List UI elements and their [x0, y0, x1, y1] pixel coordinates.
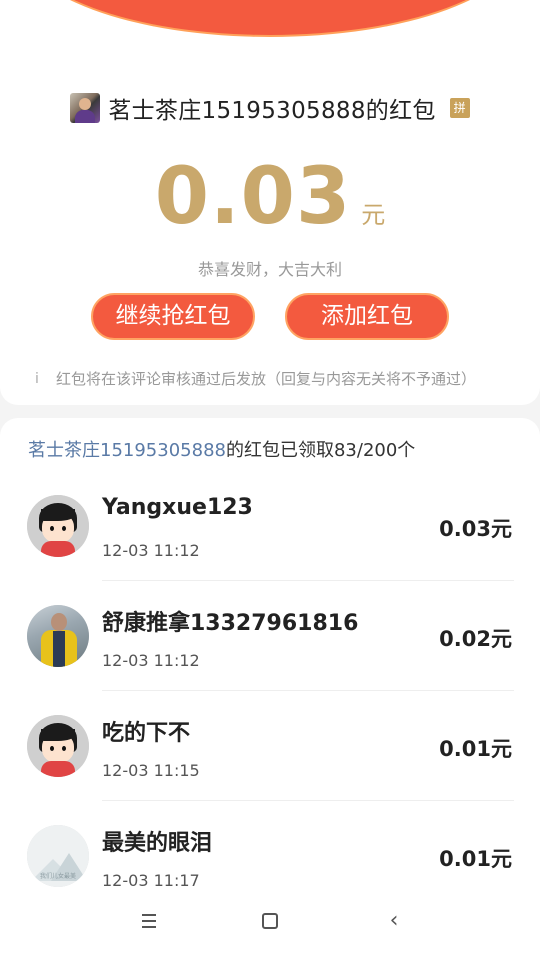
menu-icon[interactable]	[135, 908, 163, 934]
avatar[interactable]: 我们儿女最美	[27, 825, 89, 887]
notice-text: 红包将在该评论审核通过后发放（回复与内容无关将不予通过）	[56, 370, 477, 388]
summary-sender-link[interactable]: 茗士茶庄15195305888	[28, 440, 226, 461]
list-item[interactable]: 吃的下不 12-03 11:15 0.01元	[0, 691, 540, 801]
amount-unit: 元	[361, 201, 386, 229]
recipient-name: 最美的眼泪	[102, 831, 213, 856]
recipient-time: 12-03 11:15	[102, 761, 200, 780]
continue-grab-button[interactable]: 继续抢红包	[91, 293, 255, 340]
info-icon: i	[35, 370, 39, 387]
pin-badge-icon: 拼	[449, 98, 470, 118]
amount-row: 0.03 元	[0, 152, 540, 242]
back-icon[interactable]: ‹	[380, 908, 408, 934]
recipient-name: 舒康推拿13327961816	[102, 611, 359, 636]
sender-avatar[interactable]	[70, 93, 101, 123]
recipient-list-card: 茗士茶庄15195305888的红包已领取83/200个 Yangxue123 …	[0, 418, 540, 898]
recipient-time: 12-03 11:12	[102, 651, 200, 670]
avatar[interactable]	[27, 495, 89, 557]
received-amount: 0.03	[154, 152, 352, 242]
list-item[interactable]: Yangxue123 12-03 11:12 0.03元	[0, 471, 540, 581]
list-item[interactable]: 舒康推拿13327961816 12-03 11:12 0.02元	[0, 581, 540, 691]
recipient-amount: 0.02元	[439, 627, 512, 651]
avatar-caption: 我们儿女最美	[39, 873, 76, 880]
recipient-amount: 0.01元	[439, 847, 512, 871]
home-icon[interactable]	[256, 908, 284, 934]
recipient-time: 12-03 11:12	[102, 541, 200, 560]
list-item[interactable]: 我们儿女最美 最美的眼泪 12-03 11:17 0.01元	[0, 801, 540, 898]
sender-title: 茗士茶庄15195305888的红包	[108, 98, 436, 124]
sender-row: 茗士茶庄15195305888的红包 拼	[0, 92, 540, 124]
system-nav-bar: ‹	[0, 888, 540, 954]
recipient-name: Yangxue123	[102, 495, 253, 520]
blessing-text: 恭喜发财，大吉大利	[197, 260, 342, 279]
claim-summary: 茗士茶庄15195305888的红包已领取83/200个	[28, 436, 415, 462]
recipient-amount: 0.01元	[439, 737, 512, 761]
avatar[interactable]	[27, 605, 89, 667]
add-red-packet-button[interactable]: 添加红包	[285, 293, 449, 340]
recipient-amount: 0.03元	[439, 517, 512, 541]
red-envelope-arc	[20, 0, 520, 35]
review-notice: i 红包将在该评论审核通过后发放（回复与内容无关将不予通过）	[30, 368, 520, 389]
summary-status: 的红包已领取83/200个	[225, 440, 416, 461]
recipient-name: 吃的下不	[102, 721, 191, 746]
red-packet-card: 茗士茶庄15195305888的红包 拼 0.03 元 恭喜发财，大吉大利 继续…	[0, 0, 540, 405]
avatar[interactable]	[27, 715, 89, 777]
